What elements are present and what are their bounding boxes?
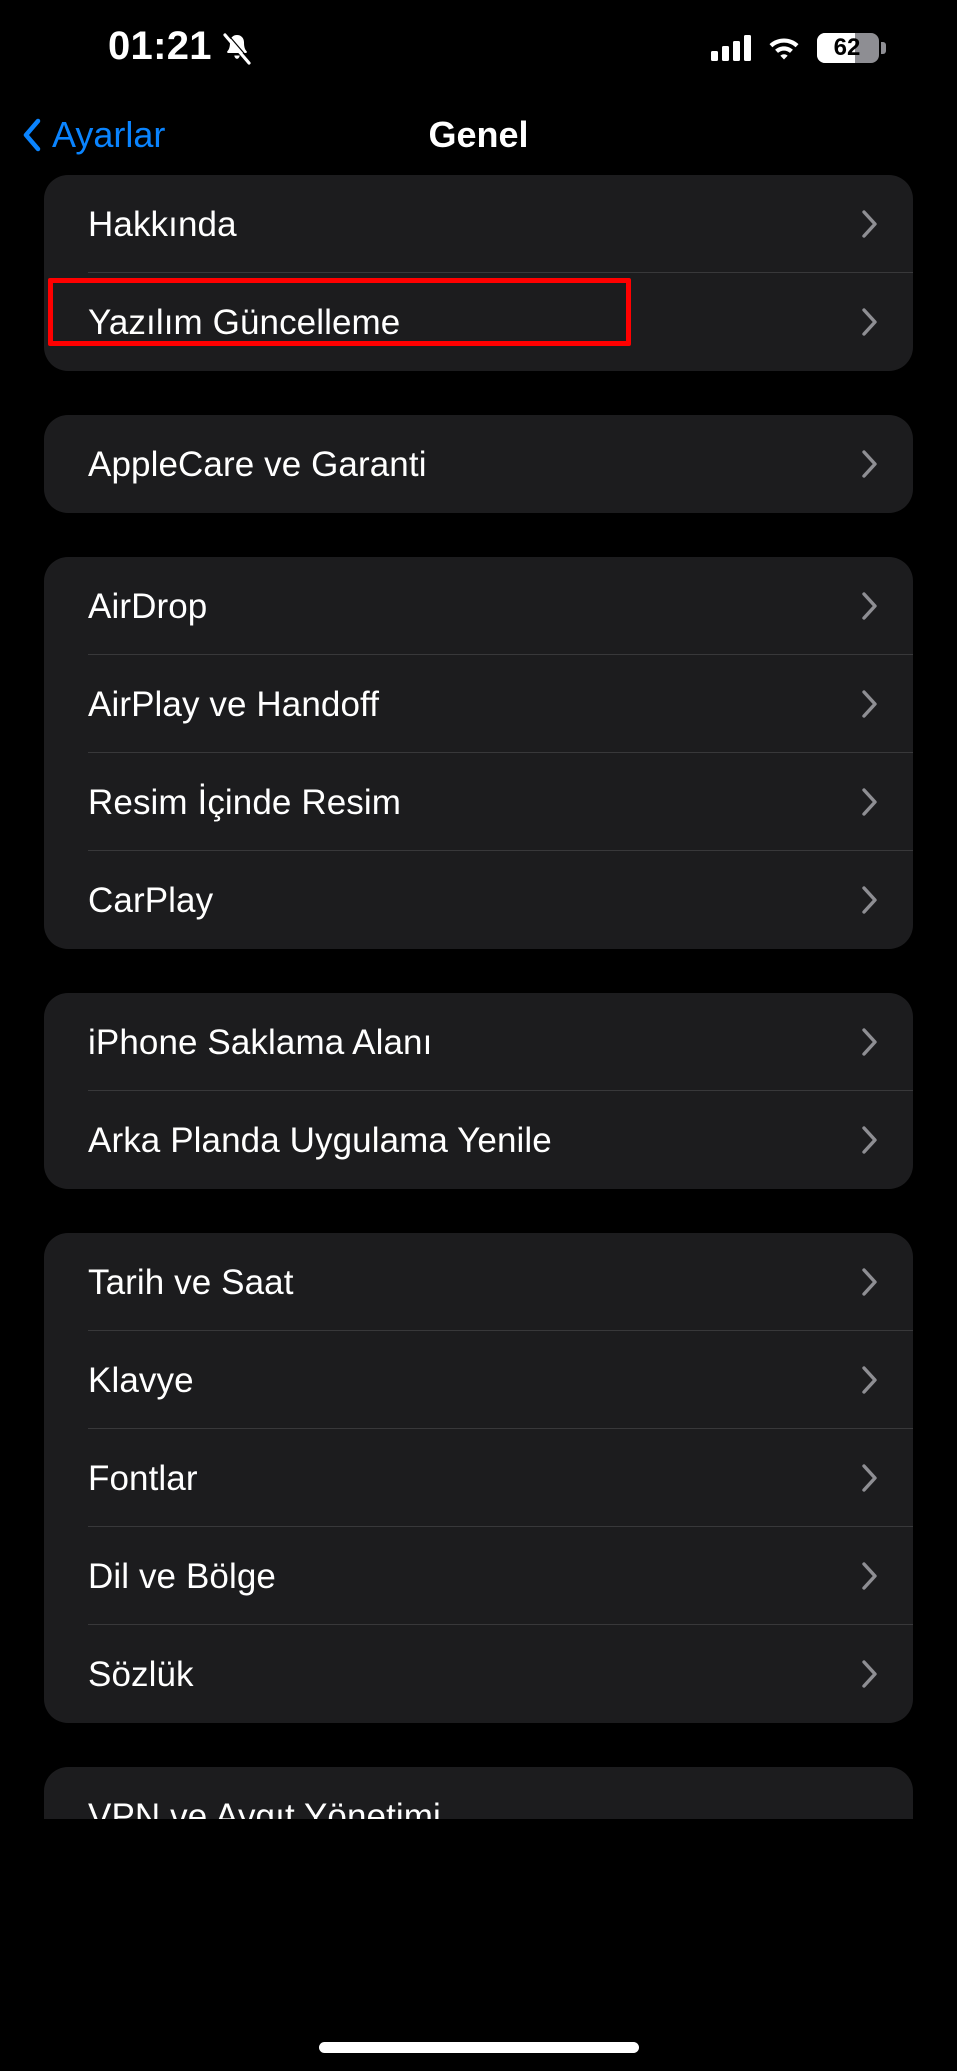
list-item[interactable]: Fontlar (44, 1429, 913, 1527)
settings-group: Hakkında Yazılım Güncelleme (44, 175, 913, 371)
list-item-label: Resim İçinde Resim (88, 782, 401, 822)
status-bar-left: 01:21 (0, 23, 252, 68)
list-item-label: AppleCare ve Garanti (88, 444, 427, 484)
chevron-right-icon (861, 209, 879, 239)
settings-group: iPhone Saklama Alanı Arka Planda Uygulam… (44, 993, 913, 1189)
battery-percent-label: 62 (833, 33, 861, 61)
chevron-right-icon (861, 689, 879, 719)
chevron-right-icon (861, 787, 879, 817)
list-item[interactable]: AirPlay ve Handoff (44, 655, 913, 753)
list-item-label: Dil ve Bölge (88, 1556, 276, 1596)
list-item[interactable]: CarPlay (44, 851, 913, 949)
list-item[interactable]: VPN ve Aygıt Yönetimi (44, 1767, 913, 1820)
navigation-bar: Ayarlar Genel (0, 95, 957, 175)
chevron-right-icon (861, 885, 879, 915)
list-item-label: AirDrop (88, 586, 208, 626)
list-item-label: AirPlay ve Handoff (88, 684, 380, 724)
list-item[interactable]: Klavye (44, 1331, 913, 1429)
list-item[interactable]: Dil ve Bölge (44, 1527, 913, 1625)
status-bar-clock: 01:21 (108, 23, 212, 68)
settings-group: AirDrop AirPlay ve Handoff Resim İçinde … (44, 557, 913, 949)
settings-group-partial: VPN ve Aygıt Yönetimi (44, 1767, 913, 1819)
list-item-label: VPN ve Aygıt Yönetimi (88, 1796, 441, 1820)
list-item-label: Arka Planda Uygulama Yenile (88, 1120, 552, 1160)
cellular-bars-icon (711, 34, 751, 61)
list-item[interactable]: Yazılım Güncelleme (44, 273, 913, 371)
chevron-right-icon (861, 1365, 879, 1395)
list-item[interactable]: Resim İçinde Resim (44, 753, 913, 851)
battery-cap (881, 41, 886, 54)
status-bar-right: 62 (711, 32, 891, 63)
list-item[interactable]: Tarih ve Saat (44, 1233, 913, 1331)
chevron-right-icon (861, 307, 879, 337)
iphone-settings-screen: 01:21 62 Ayarlar Genel Hakkında Yazılım … (0, 0, 957, 2071)
list-item[interactable]: AppleCare ve Garanti (44, 415, 913, 513)
settings-group: Tarih ve Saat Klavye Fontlar Dil ve Bölg… (44, 1233, 913, 1723)
chevron-right-icon (861, 591, 879, 621)
list-item-label: Tarih ve Saat (88, 1262, 294, 1302)
list-item-label: Sözlük (88, 1654, 194, 1694)
settings-group: AppleCare ve Garanti (44, 415, 913, 513)
list-item[interactable]: Hakkında (44, 175, 913, 273)
chevron-right-icon (861, 1659, 879, 1689)
home-indicator[interactable] (318, 2042, 639, 2053)
status-bar: 01:21 62 (0, 0, 957, 95)
list-item[interactable]: iPhone Saklama Alanı (44, 993, 913, 1091)
list-item-label: iPhone Saklama Alanı (88, 1022, 433, 1062)
list-item-label: CarPlay (88, 880, 214, 920)
chevron-right-icon (861, 1561, 879, 1591)
bell-slash-icon (222, 32, 252, 66)
settings-list: Hakkında Yazılım Güncelleme AppleCare ve… (0, 175, 957, 1819)
chevron-right-icon (861, 1463, 879, 1493)
list-item-label: Yazılım Güncelleme (88, 302, 401, 342)
wifi-icon (767, 35, 801, 61)
list-item-label: Hakkında (88, 204, 237, 244)
list-item-label: Klavye (88, 1360, 194, 1400)
chevron-right-icon (861, 1027, 879, 1057)
page-title: Genel (428, 114, 529, 155)
battery-indicator: 62 (817, 32, 886, 63)
chevron-right-icon (861, 449, 879, 479)
list-item[interactable]: Arka Planda Uygulama Yenile (44, 1091, 913, 1189)
list-item[interactable]: Sözlük (44, 1625, 913, 1723)
list-item-label: Fontlar (88, 1458, 198, 1498)
chevron-right-icon (861, 1267, 879, 1297)
chevron-right-icon (861, 1125, 879, 1155)
list-item[interactable]: AirDrop (44, 557, 913, 655)
